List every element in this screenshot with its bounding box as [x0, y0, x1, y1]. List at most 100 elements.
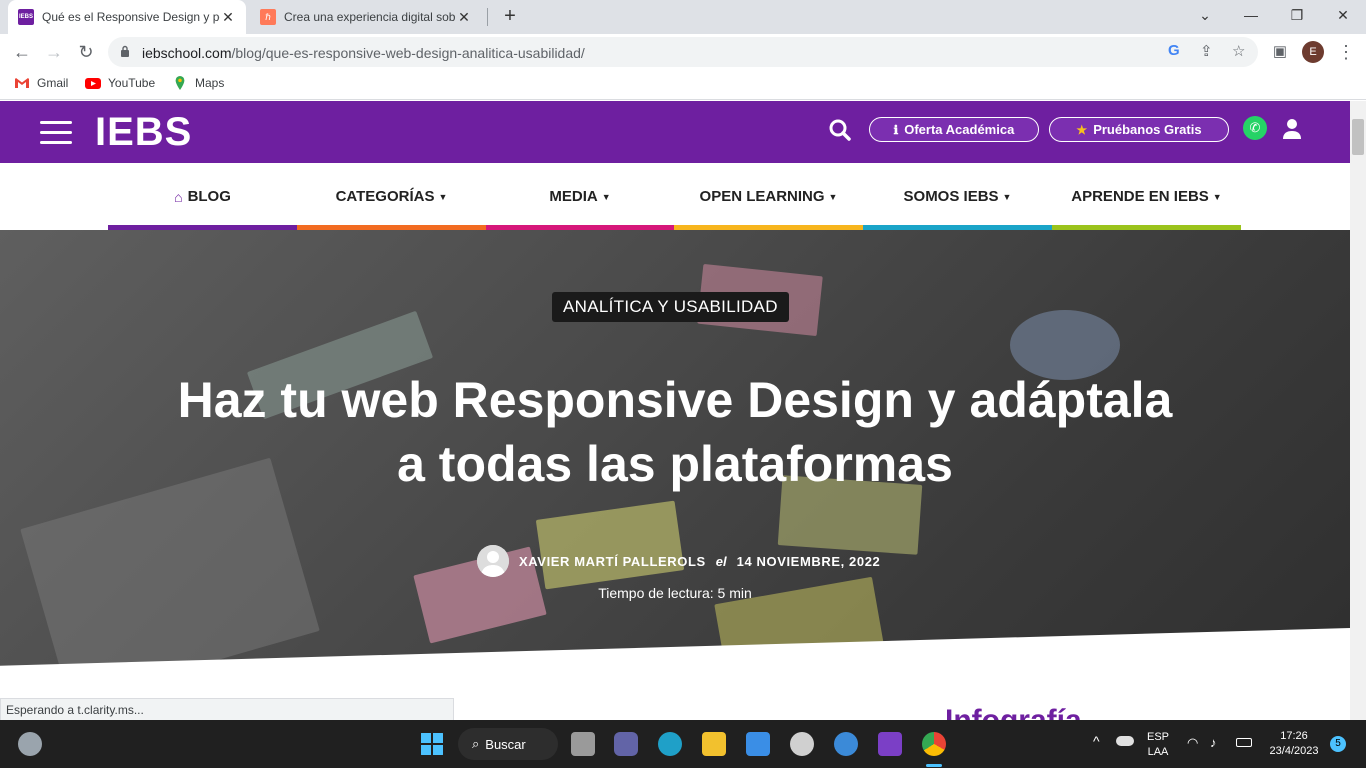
google-translate-icon[interactable]: G	[1168, 42, 1180, 59]
search-icon[interactable]	[828, 118, 852, 142]
active-app-indicator	[926, 764, 942, 767]
chrome-icon[interactable]	[922, 732, 946, 756]
clock-date: 23/4/2023	[1269, 745, 1319, 757]
input-language[interactable]: ESP LAA	[1145, 730, 1171, 760]
scrollbar-thumb[interactable]	[1352, 119, 1364, 155]
bookmark-gmail[interactable]: Gmail	[14, 76, 68, 90]
share-icon[interactable]: ⇪	[1200, 42, 1213, 60]
profile-avatar[interactable]: E	[1302, 41, 1324, 63]
star-icon: ★	[1076, 122, 1088, 137]
weather-icon[interactable]	[18, 732, 42, 756]
reading-time: Tiempo de lectura: 5 min	[598, 585, 752, 601]
nav-aprende-en-iebs[interactable]: APRENDE EN IEBS ▼	[1052, 163, 1241, 230]
tab-title: Crea una experiencia digital sobre	[284, 10, 456, 24]
nav-blog[interactable]: ⌂ BLOG	[108, 163, 297, 230]
hamburger-menu-icon[interactable]	[40, 121, 72, 145]
url-domain: iebschool.com	[142, 45, 232, 61]
close-tab-icon[interactable]: ✕	[456, 9, 472, 26]
clock[interactable]: 17:26 23/4/2023	[1262, 729, 1326, 759]
oferta-academica-button[interactable]: ℹ Oferta Académica	[869, 117, 1039, 142]
lock-icon[interactable]	[120, 45, 130, 57]
restore-button[interactable]: ❐	[1274, 0, 1320, 30]
tab-active[interactable]: IEBS Qué es el Responsive Design y por ✕	[8, 0, 246, 34]
forward-arrow-icon[interactable]: →	[40, 40, 68, 64]
close-window-button[interactable]: ✕	[1320, 0, 1366, 30]
close-tab-icon[interactable]: ✕	[220, 9, 236, 26]
bookmark-label: YouTube	[108, 76, 156, 90]
edge-icon[interactable]	[658, 732, 682, 756]
file-explorer-icon[interactable]	[702, 732, 726, 756]
iebs-logo[interactable]: IEBS	[95, 110, 192, 155]
app-icon[interactable]	[790, 732, 814, 756]
nav-media[interactable]: MEDIA ▼	[486, 163, 674, 230]
url-text[interactable]: iebschool.com/blog/que-es-responsive-web…	[142, 45, 585, 61]
site-header: IEBS ℹ Oferta Académica ★ Pruébanos Grat…	[0, 101, 1350, 163]
bookmarks-bar: Gmail YouTube Maps	[0, 70, 1366, 100]
teams-chat-icon[interactable]	[614, 732, 638, 756]
tab-search-chevron-icon[interactable]: ⌄	[1182, 0, 1228, 30]
pruebanos-label: Pruébanos Gratis	[1093, 122, 1202, 137]
side-panel-icon[interactable]: ▣	[1266, 40, 1294, 64]
youtube-icon	[85, 78, 101, 89]
tab-inactive[interactable]: ℏ Crea una experiencia digital sobre ✕	[250, 0, 482, 34]
author-name[interactable]: XAVIER MARTÍ PALLEROLS	[519, 554, 706, 569]
caret-down-icon: ▼	[438, 191, 448, 202]
reload-icon[interactable]: ↻	[72, 40, 100, 64]
nav-label: SOMOS IEBS	[903, 188, 999, 205]
minimize-button[interactable]: —	[1228, 0, 1274, 30]
caret-down-icon: ▼	[1002, 191, 1012, 202]
taskbar-search[interactable]: ⌕ Buscar	[458, 728, 558, 760]
address-bar[interactable]: iebschool.com/blog/que-es-responsive-web…	[108, 37, 1258, 67]
new-tab-button[interactable]: +	[498, 5, 522, 28]
article-title: Haz tu web Responsive Design y adáptala …	[60, 368, 1290, 496]
lang-line: ESP	[1146, 731, 1169, 743]
caret-down-icon: ▼	[1212, 191, 1222, 202]
visual-studio-icon[interactable]	[878, 732, 902, 756]
pruebanos-gratis-button[interactable]: ★ Pruébanos Gratis	[1049, 117, 1229, 142]
author-avatar[interactable]	[477, 545, 509, 577]
page-scrollbar[interactable]	[1350, 101, 1366, 720]
nav-somos-iebs[interactable]: SOMOS IEBS ▼	[863, 163, 1052, 230]
bookmark-maps[interactable]: Maps	[172, 76, 224, 90]
category-badge[interactable]: ANALÍTICA Y USABILIDAD	[552, 292, 789, 322]
browser-toolbar: ← → ↻ iebschool.com/blog/que-es-responsi…	[0, 34, 1366, 70]
onedrive-icon[interactable]	[1116, 736, 1134, 746]
hubspot-favicon: ℏ	[260, 9, 276, 25]
nav-label: OPEN LEARNING	[699, 188, 825, 205]
section-heading: Infografía	[945, 704, 1082, 720]
caret-down-icon: ▼	[828, 191, 838, 202]
tab-separator	[487, 8, 488, 26]
windows-start-icon[interactable]	[420, 732, 444, 756]
home-icon: ⌂	[174, 188, 183, 205]
title-line: Haz tu web Responsive Design y adáptala	[177, 372, 1173, 428]
help-icon[interactable]	[834, 732, 858, 756]
gmail-icon	[15, 78, 29, 88]
battery-icon[interactable]	[1236, 738, 1252, 747]
search-icon: ⌕	[472, 736, 480, 751]
publish-date: 14 NOVIEMBRE, 2022	[736, 553, 881, 569]
chevron-up-icon[interactable]: ^	[1093, 734, 1100, 749]
menu-dots-icon[interactable]: ⋮	[1332, 40, 1360, 64]
maps-icon	[175, 76, 185, 90]
bookmark-youtube[interactable]: YouTube	[85, 76, 155, 90]
user-icon[interactable]	[1282, 118, 1302, 140]
back-arrow-icon[interactable]: ←	[8, 40, 36, 64]
notification-badge[interactable]: 5	[1330, 736, 1346, 752]
store-icon[interactable]	[746, 732, 770, 756]
nav-label: BLOG	[187, 188, 231, 205]
info-icon: ℹ	[893, 122, 899, 137]
browser-status-bar: Esperando a t.clarity.ms...	[0, 698, 454, 720]
nav-categorias[interactable]: CATEGORÍAS ▼	[297, 163, 486, 230]
bookmark-star-icon[interactable]: ☆	[1232, 42, 1245, 60]
nav-open-learning[interactable]: OPEN LEARNING ▼	[674, 163, 863, 230]
task-view-icon[interactable]	[571, 732, 595, 756]
bookmark-label: Maps	[195, 76, 225, 90]
volume-icon[interactable]: ♪	[1210, 735, 1217, 750]
wifi-icon[interactable]: ◠	[1187, 735, 1198, 750]
nav-label: MEDIA	[549, 188, 598, 205]
bookmark-label: Gmail	[37, 76, 69, 90]
oferta-label: Oferta Académica	[904, 122, 1015, 137]
whatsapp-icon[interactable]: ✆	[1243, 116, 1267, 140]
web-page: IEBS ℹ Oferta Académica ★ Pruébanos Grat…	[0, 101, 1350, 720]
user-icon	[477, 545, 509, 577]
